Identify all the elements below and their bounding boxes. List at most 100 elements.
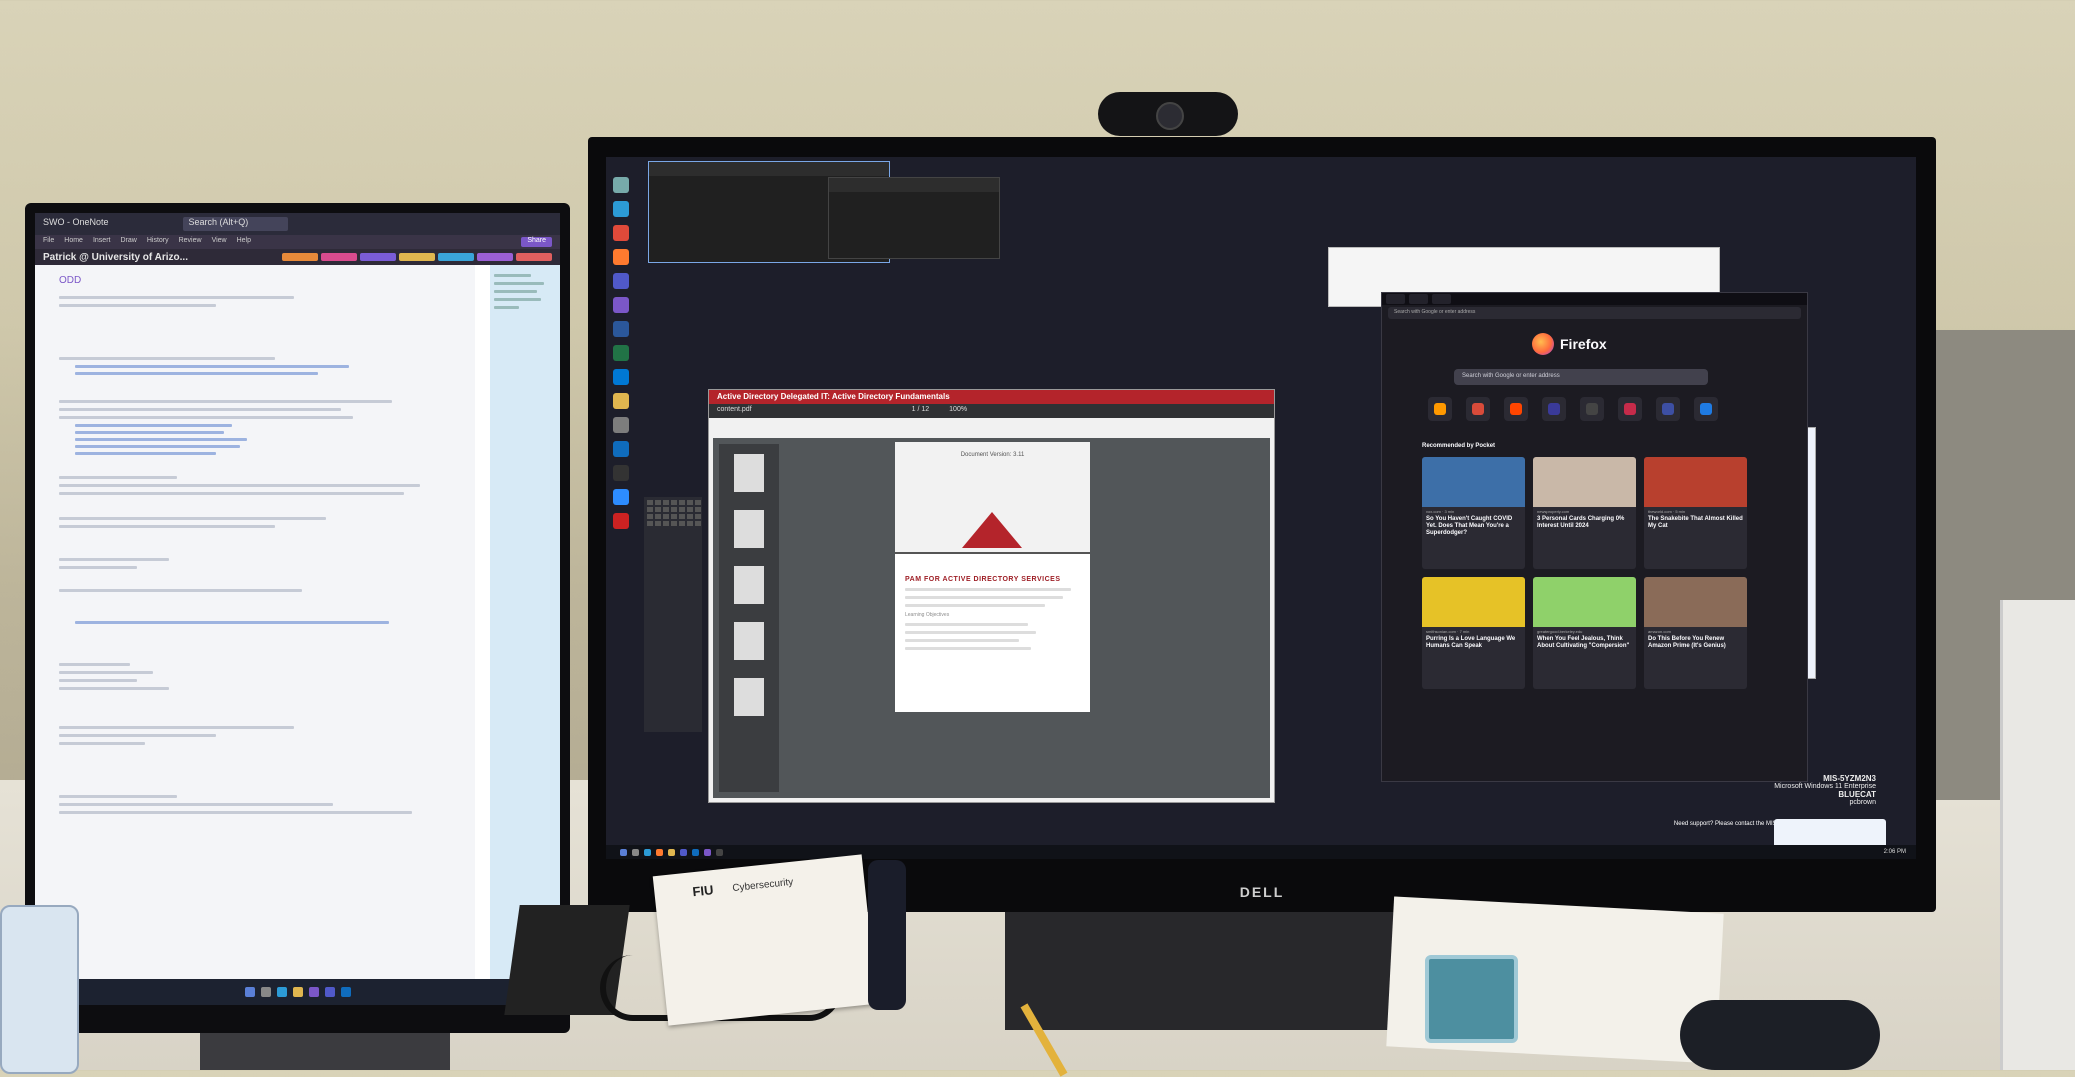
onenote-icon[interactable]	[704, 848, 711, 856]
edge-icon[interactable]	[644, 848, 651, 856]
shortcut-tile[interactable]	[1428, 397, 1452, 423]
folder-icon[interactable]	[613, 393, 629, 409]
file-list-titlebar[interactable]	[829, 178, 999, 192]
shortcut-tile[interactable]	[1504, 397, 1528, 423]
story-card[interactable]: smithsonian.com · 7 min Purring Is a Love…	[1422, 577, 1525, 689]
story-card[interactable]: amazon.com Do This Before You Renew Amazo…	[1644, 577, 1747, 689]
section-tab[interactable]	[360, 253, 396, 261]
story-source: theworld.com · 5 min	[1648, 509, 1686, 514]
section-tab[interactable]	[282, 253, 318, 261]
excel-icon[interactable]	[613, 345, 629, 361]
menu-help[interactable]: Help	[237, 237, 251, 247]
edge-icon[interactable]	[276, 987, 287, 997]
zoom-icon[interactable]	[613, 489, 629, 505]
zoom-level[interactable]: 100%	[949, 406, 967, 416]
section-tab[interactable]	[516, 253, 552, 261]
start-icon[interactable]	[244, 987, 255, 997]
firefox-icon[interactable]	[613, 249, 629, 265]
teams-icon[interactable]	[613, 273, 629, 289]
vscode-icon[interactable]	[613, 369, 629, 385]
explorer-icon[interactable]	[292, 987, 303, 997]
firefox-icon[interactable]	[656, 848, 663, 856]
explorer-titlebar[interactable]	[649, 162, 889, 176]
putty-icon[interactable]	[613, 417, 629, 433]
share-button[interactable]: Share	[521, 237, 552, 247]
menu-review[interactable]: Review	[179, 237, 202, 247]
file-list-window[interactable]	[828, 177, 1000, 259]
story-card[interactable]: newsproperly.com 3 Personal Cards Chargin…	[1533, 457, 1636, 569]
story-card[interactable]: greatergood.berkeley.edu When You Feel Je…	[1533, 577, 1636, 689]
note-page[interactable]: ODD	[35, 265, 475, 979]
pdf-cover-header: Document Version: 3.11	[895, 442, 1090, 554]
site-icon	[1624, 403, 1636, 415]
search-icon[interactable]	[260, 987, 271, 997]
edge-icon[interactable]	[613, 201, 629, 217]
pdf-document-area[interactable]: Document Version: 3.11 PAM FOR ACTIVE DI…	[713, 438, 1270, 798]
username: pcbrown	[1849, 799, 1876, 806]
menu-view[interactable]: View	[212, 237, 227, 247]
search-input[interactable]: Search (Alt+Q)	[182, 217, 289, 231]
pdf-viewer-window[interactable]: Active Directory Delegated IT: Active Di…	[708, 389, 1275, 803]
outlook-calendar-window[interactable]	[644, 497, 702, 732]
page-list-pane[interactable]	[490, 265, 560, 979]
section-tab[interactable]	[477, 253, 513, 261]
notebook-name[interactable]: Patrick @ University of Arizo...	[43, 252, 188, 263]
pdf-thumbnails[interactable]	[719, 444, 779, 792]
newtab-search-input[interactable]: Search with Google or enter address	[1454, 369, 1708, 385]
fiu-notebook: FIU Cybersecurity	[652, 854, 878, 1026]
webcam-lens	[1156, 102, 1184, 130]
shortcut-tile[interactable]	[1694, 397, 1718, 423]
start-icon[interactable]	[620, 848, 627, 856]
spray-bottle	[868, 860, 906, 1010]
browser-tab[interactable]	[1432, 294, 1452, 304]
section-tab[interactable]	[438, 253, 474, 261]
thumbnail[interactable]	[734, 510, 764, 548]
thumbnail[interactable]	[734, 622, 764, 660]
chrome-icon[interactable]	[613, 225, 629, 241]
word-icon[interactable]	[613, 321, 629, 337]
left-screen: SWO - OneNote Search (Alt+Q) File Home I…	[35, 213, 560, 1005]
firefox-wordmark: Firefox	[1560, 336, 1607, 352]
shortcut-tile[interactable]	[1618, 397, 1642, 423]
thumbnail[interactable]	[734, 566, 764, 604]
shortcut-tile[interactable]	[1580, 397, 1604, 423]
section-tab[interactable]	[399, 253, 435, 261]
menu-file[interactable]: File	[43, 237, 54, 247]
terminal-icon[interactable]	[716, 848, 723, 856]
thumbnail[interactable]	[734, 678, 764, 716]
browser-tab[interactable]	[1386, 294, 1406, 304]
section-tab[interactable]	[321, 253, 357, 261]
outlook-icon[interactable]	[692, 848, 699, 856]
onenote-icon[interactable]	[613, 297, 629, 313]
onenote-icon[interactable]	[308, 987, 319, 997]
menu-history[interactable]: History	[147, 237, 169, 247]
course-bar: Active Directory Delegated IT: Active Di…	[709, 390, 1274, 404]
terminal-icon[interactable]	[613, 465, 629, 481]
reddit-icon	[1510, 403, 1522, 415]
outlook-icon[interactable]	[613, 441, 629, 457]
menu-home[interactable]: Home	[64, 237, 83, 247]
pocket-cards: vox.com · 3 min So You Haven't Caught COV…	[1422, 457, 1747, 689]
thumbnail[interactable]	[734, 454, 764, 492]
onenote-titlebar: SWO - OneNote Search (Alt+Q)	[35, 213, 560, 235]
shortcut-tile[interactable]	[1656, 397, 1680, 423]
recycle-bin-icon[interactable]	[613, 177, 629, 193]
address-bar[interactable]: Search with Google or enter address	[1388, 307, 1801, 319]
menu-insert[interactable]: Insert	[93, 237, 111, 247]
story-card[interactable]: vox.com · 3 min So You Haven't Caught COV…	[1422, 457, 1525, 569]
story-card[interactable]: theworld.com · 5 min The Snakebite That A…	[1644, 457, 1747, 569]
browser-tab[interactable]	[1409, 294, 1429, 304]
teams-icon[interactable]	[324, 987, 335, 997]
acrobat-icon[interactable]	[613, 513, 629, 529]
explorer-icon[interactable]	[668, 848, 675, 856]
firefox-window[interactable]: Search with Google or enter address Fire…	[1381, 292, 1808, 782]
search-icon[interactable]	[632, 848, 639, 856]
page-counter[interactable]: 1 / 12	[912, 406, 930, 416]
shortcut-tile[interactable]	[1542, 397, 1566, 423]
calendar-grid[interactable]	[644, 497, 702, 529]
shortcut-tile[interactable]	[1466, 397, 1490, 423]
menu-draw[interactable]: Draw	[120, 237, 136, 247]
clock[interactable]: 2:06 PM	[1884, 849, 1906, 855]
outlook-icon[interactable]	[340, 987, 351, 997]
teams-icon[interactable]	[680, 848, 687, 856]
